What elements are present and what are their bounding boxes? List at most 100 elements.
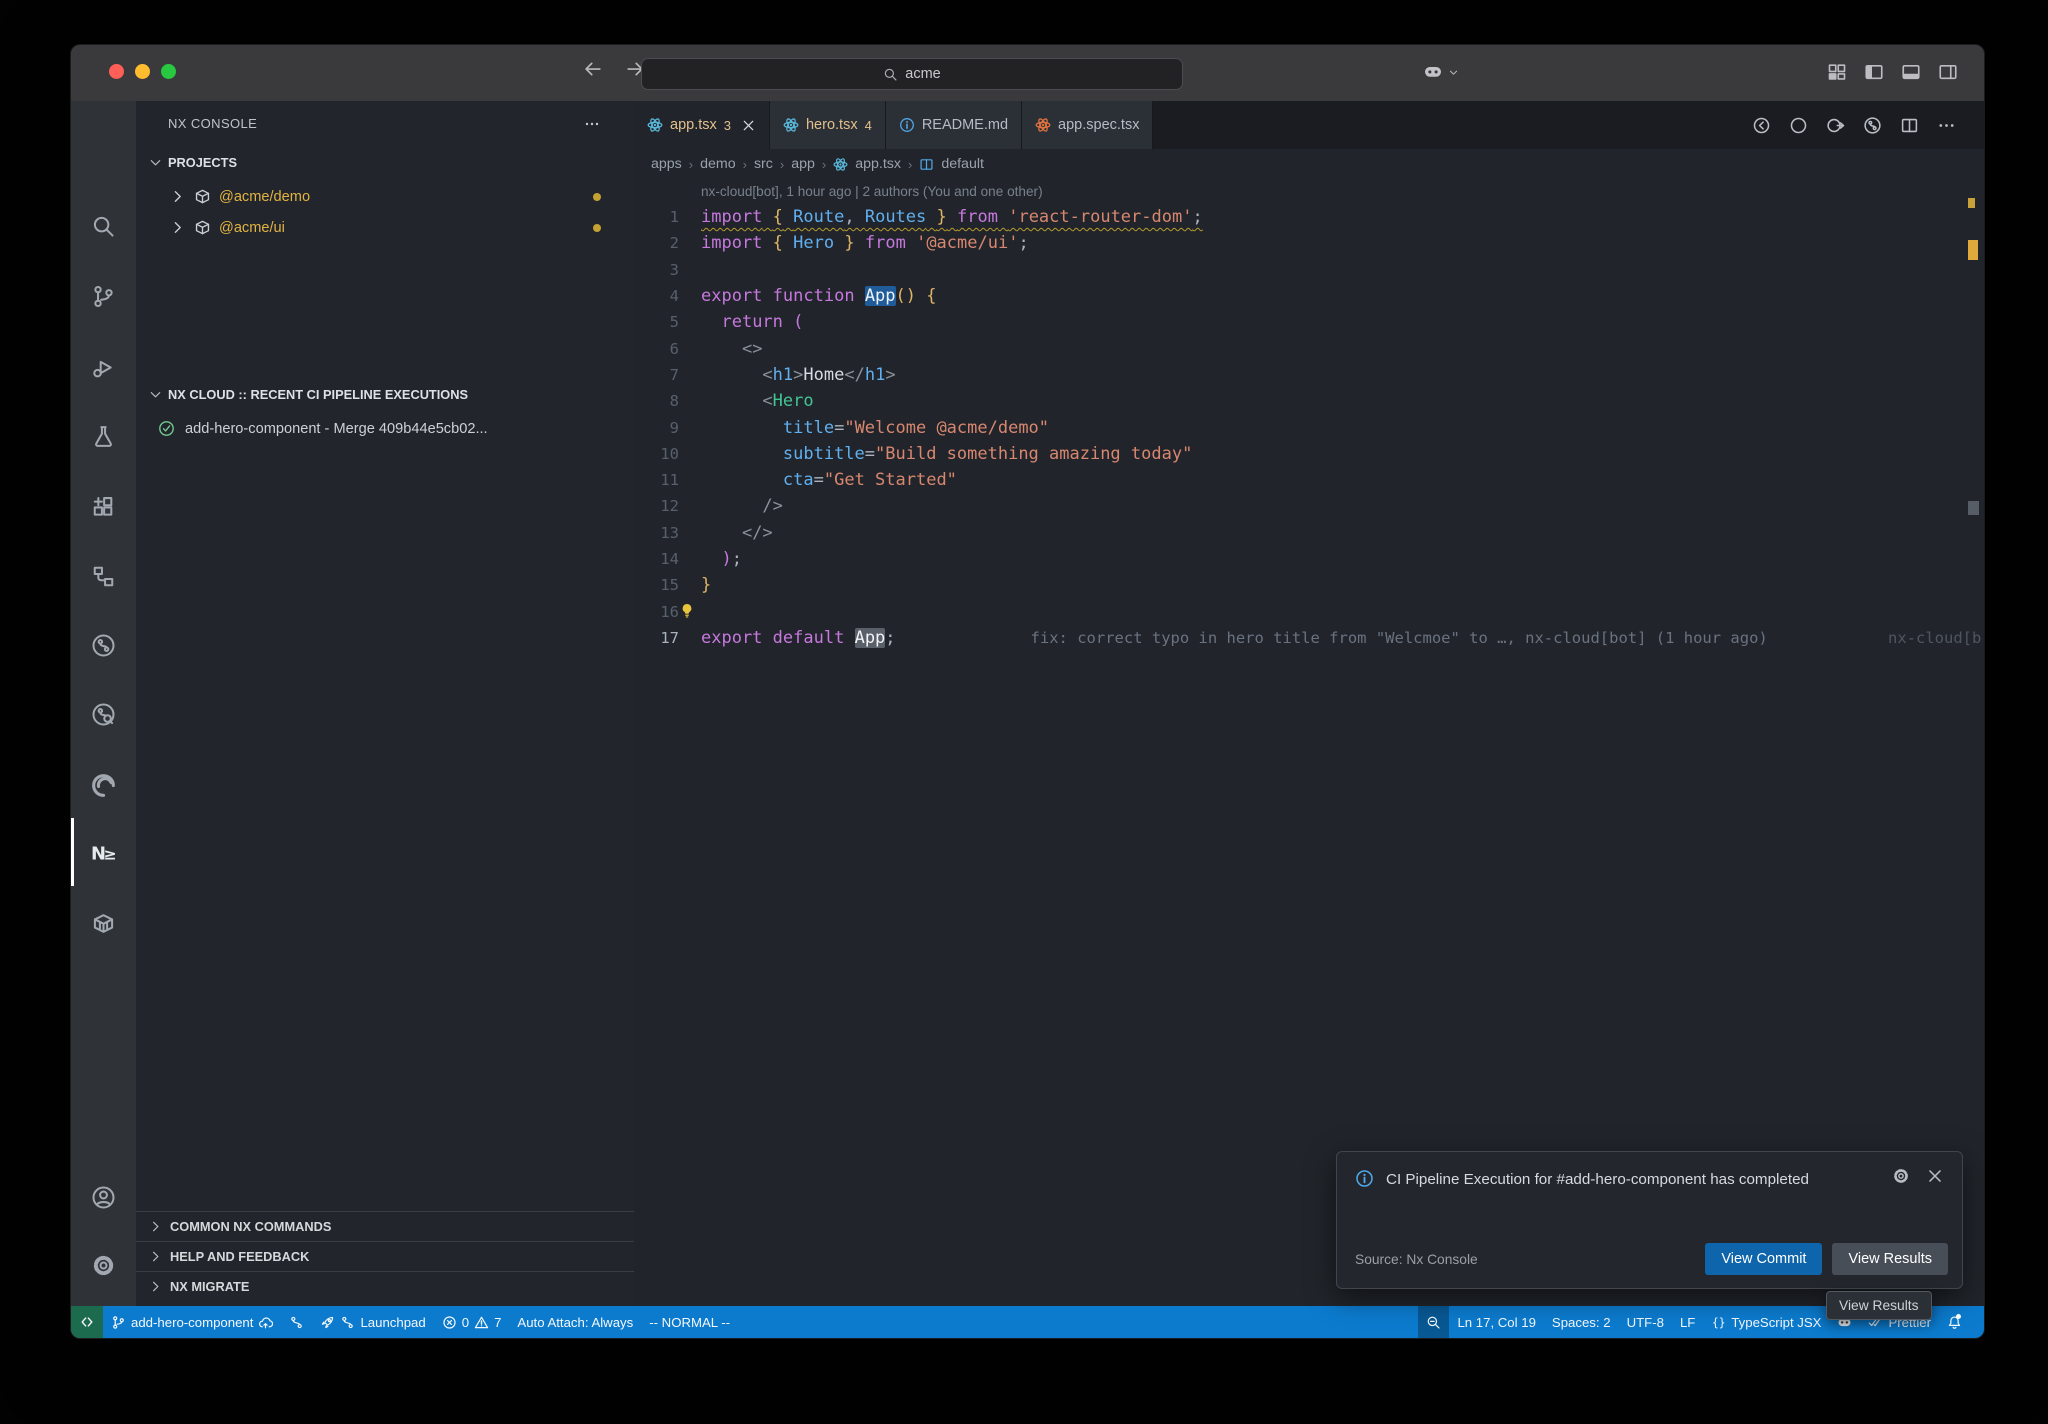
code-line[interactable]: 3 bbox=[634, 257, 1984, 283]
code-line[interactable]: 1import { Route, Routes } from 'react-ro… bbox=[634, 204, 1984, 230]
navigate-back-icon[interactable] bbox=[1752, 116, 1771, 135]
chevron-down-icon bbox=[148, 387, 163, 402]
activity-item-run-debug[interactable] bbox=[71, 341, 136, 393]
toggle-secondary-sidebar-icon[interactable] bbox=[1938, 62, 1958, 82]
code-line[interactable]: 16 bbox=[634, 598, 1984, 624]
scm-graph-status[interactable] bbox=[281, 1306, 312, 1338]
search-icon bbox=[883, 67, 898, 82]
breadcrumb-item[interactable]: demo bbox=[700, 156, 736, 172]
customize-layout-icon[interactable] bbox=[1827, 62, 1847, 82]
activity-item-gitlens[interactable] bbox=[71, 619, 136, 671]
remote-indicator[interactable] bbox=[71, 1306, 103, 1338]
section-help-and-feedback[interactable]: HELP AND FEEDBACK bbox=[136, 1241, 634, 1271]
toggle-panel-icon[interactable] bbox=[1901, 62, 1921, 82]
breadcrumb-item[interactable]: default bbox=[941, 156, 984, 172]
encoding-status[interactable]: UTF-8 bbox=[1619, 1306, 1672, 1338]
breadcrumb-item[interactable]: app.tsx bbox=[855, 156, 901, 172]
chevron-right-icon bbox=[169, 219, 186, 236]
code-line[interactable]: 2import { Hero } from '@acme/ui'; bbox=[634, 230, 1984, 256]
section-nx-cloud[interactable]: NX CLOUD :: RECENT CI PIPELINE EXECUTION… bbox=[136, 381, 634, 408]
gitlens-graph-icon[interactable] bbox=[1863, 116, 1882, 135]
section-common-nx-commands[interactable]: COMMON NX COMMANDS bbox=[136, 1211, 634, 1241]
tab-hero.tsx[interactable]: hero.tsx4 bbox=[770, 101, 886, 149]
code-line[interactable]: 10 subtitle="Build something amazing tod… bbox=[634, 441, 1984, 467]
activity-item-containers[interactable] bbox=[71, 897, 136, 949]
code-line[interactable]: 13 </> bbox=[634, 520, 1984, 546]
more-actions-icon[interactable] bbox=[1937, 116, 1956, 135]
eol-status[interactable]: LF bbox=[1672, 1306, 1703, 1338]
token bbox=[906, 233, 916, 253]
token: </> bbox=[742, 523, 773, 543]
activity-item-extensions[interactable] bbox=[71, 480, 136, 532]
launchpad-status[interactable]: Launchpad bbox=[312, 1306, 433, 1338]
cursor-position-status[interactable]: Ln 17, Col 19 bbox=[1449, 1306, 1543, 1338]
notification-toast: CI Pipeline Execution for #add-hero-comp… bbox=[1336, 1151, 1963, 1289]
activity-item-project-graph[interactable] bbox=[71, 550, 136, 602]
auto-attach-status[interactable]: Auto Attach: Always bbox=[509, 1306, 641, 1338]
code-line[interactable]: 9 title="Welcome @acme/demo" bbox=[634, 414, 1984, 440]
code-line[interactable]: 4export function App() { bbox=[634, 283, 1984, 309]
minimize-window-button[interactable] bbox=[135, 64, 150, 79]
close-window-button[interactable] bbox=[109, 64, 124, 79]
view-results-button[interactable]: View Results bbox=[1832, 1243, 1948, 1275]
token: export bbox=[701, 628, 762, 648]
vim-mode-status[interactable]: -- NORMAL -- bbox=[641, 1306, 738, 1338]
tab-app.spec.tsx[interactable]: app.spec.tsx bbox=[1022, 101, 1153, 149]
project-item[interactable]: @acme/demo bbox=[136, 181, 634, 212]
activity-item-nx-console[interactable]: N≥ bbox=[71, 826, 136, 878]
token bbox=[947, 207, 957, 227]
line-content: } bbox=[701, 575, 711, 595]
code-line[interactable]: 6 <> bbox=[634, 335, 1984, 361]
maximize-window-button[interactable] bbox=[161, 64, 176, 79]
activity-item-gitlens-inspect[interactable] bbox=[71, 688, 136, 740]
notification-settings-icon[interactable] bbox=[1892, 1167, 1910, 1185]
indentation-status[interactable]: Spaces: 2 bbox=[1544, 1306, 1619, 1338]
view-commit-button[interactable]: View Commit bbox=[1705, 1243, 1822, 1275]
code-line[interactable]: 17export default App;fix: correct typo i… bbox=[634, 625, 1984, 651]
language-label: TypeScript JSX bbox=[1731, 1315, 1821, 1330]
pipeline-item[interactable]: add-hero-component - Merge 409b44e5cb02.… bbox=[136, 413, 634, 444]
language-status[interactable]: {} TypeScript JSX bbox=[1703, 1306, 1829, 1338]
project-item[interactable]: @acme/ui bbox=[136, 212, 634, 243]
code-line[interactable]: 14 ); bbox=[634, 546, 1984, 572]
breadcrumb-item[interactable]: app bbox=[791, 156, 815, 172]
line-number: 12 bbox=[634, 497, 679, 515]
activity-item-search[interactable] bbox=[71, 200, 136, 252]
git-branch-status[interactable]: add-hero-component bbox=[103, 1306, 281, 1338]
activity-item-accounts[interactable] bbox=[71, 1171, 136, 1223]
toggle-sidebar-icon[interactable] bbox=[1864, 62, 1884, 82]
copilot-menu[interactable] bbox=[1423, 62, 1459, 82]
tab-README.md[interactable]: README.md bbox=[886, 101, 1022, 149]
notifications-status[interactable] bbox=[1939, 1306, 1970, 1338]
error-icon bbox=[442, 1315, 457, 1330]
lightbulb-icon[interactable] bbox=[678, 602, 696, 620]
section-nx-migrate[interactable]: NX MIGRATE bbox=[136, 1271, 634, 1301]
activity-item-testing[interactable] bbox=[71, 410, 136, 462]
run-file-icon[interactable] bbox=[1826, 116, 1845, 135]
code-line[interactable]: 11 cta="Get Started" bbox=[634, 467, 1984, 493]
more-actions-icon[interactable] bbox=[584, 116, 600, 132]
sidebar-nx-console: NX CONSOLE PROJECTS @acme/demo@acme/ui N… bbox=[136, 101, 635, 1306]
code-line[interactable]: 7 <h1>Home</h1> bbox=[634, 362, 1984, 388]
activity-item-explorer[interactable] bbox=[71, 132, 136, 184]
problems-status[interactable]: 0 7 bbox=[434, 1306, 510, 1338]
activity-item-edge-tools[interactable] bbox=[71, 759, 136, 811]
code-line[interactable]: 15} bbox=[634, 572, 1984, 598]
modified-dot bbox=[593, 224, 601, 232]
circle-icon[interactable] bbox=[1789, 116, 1808, 135]
token: > bbox=[885, 365, 895, 385]
split-editor-icon[interactable] bbox=[1900, 116, 1919, 135]
activity-item-settings[interactable] bbox=[71, 1239, 136, 1291]
code-line[interactable]: 8 <Hero bbox=[634, 388, 1984, 414]
section-projects[interactable]: PROJECTS bbox=[136, 149, 634, 176]
back-icon[interactable] bbox=[583, 59, 603, 79]
activity-item-source-control[interactable] bbox=[71, 270, 136, 322]
notification-close-icon[interactable] bbox=[1926, 1167, 1944, 1185]
zoom-status[interactable] bbox=[1418, 1306, 1449, 1338]
code-line[interactable]: 5 return ( bbox=[634, 309, 1984, 335]
code-line[interactable]: 12 /> bbox=[634, 493, 1984, 519]
breadcrumb-item[interactable]: apps bbox=[651, 156, 682, 172]
command-center-search[interactable]: acme bbox=[641, 58, 1183, 90]
tab-app.tsx[interactable]: app.tsx3 bbox=[634, 101, 770, 149]
breadcrumb-item[interactable]: src bbox=[754, 156, 773, 172]
